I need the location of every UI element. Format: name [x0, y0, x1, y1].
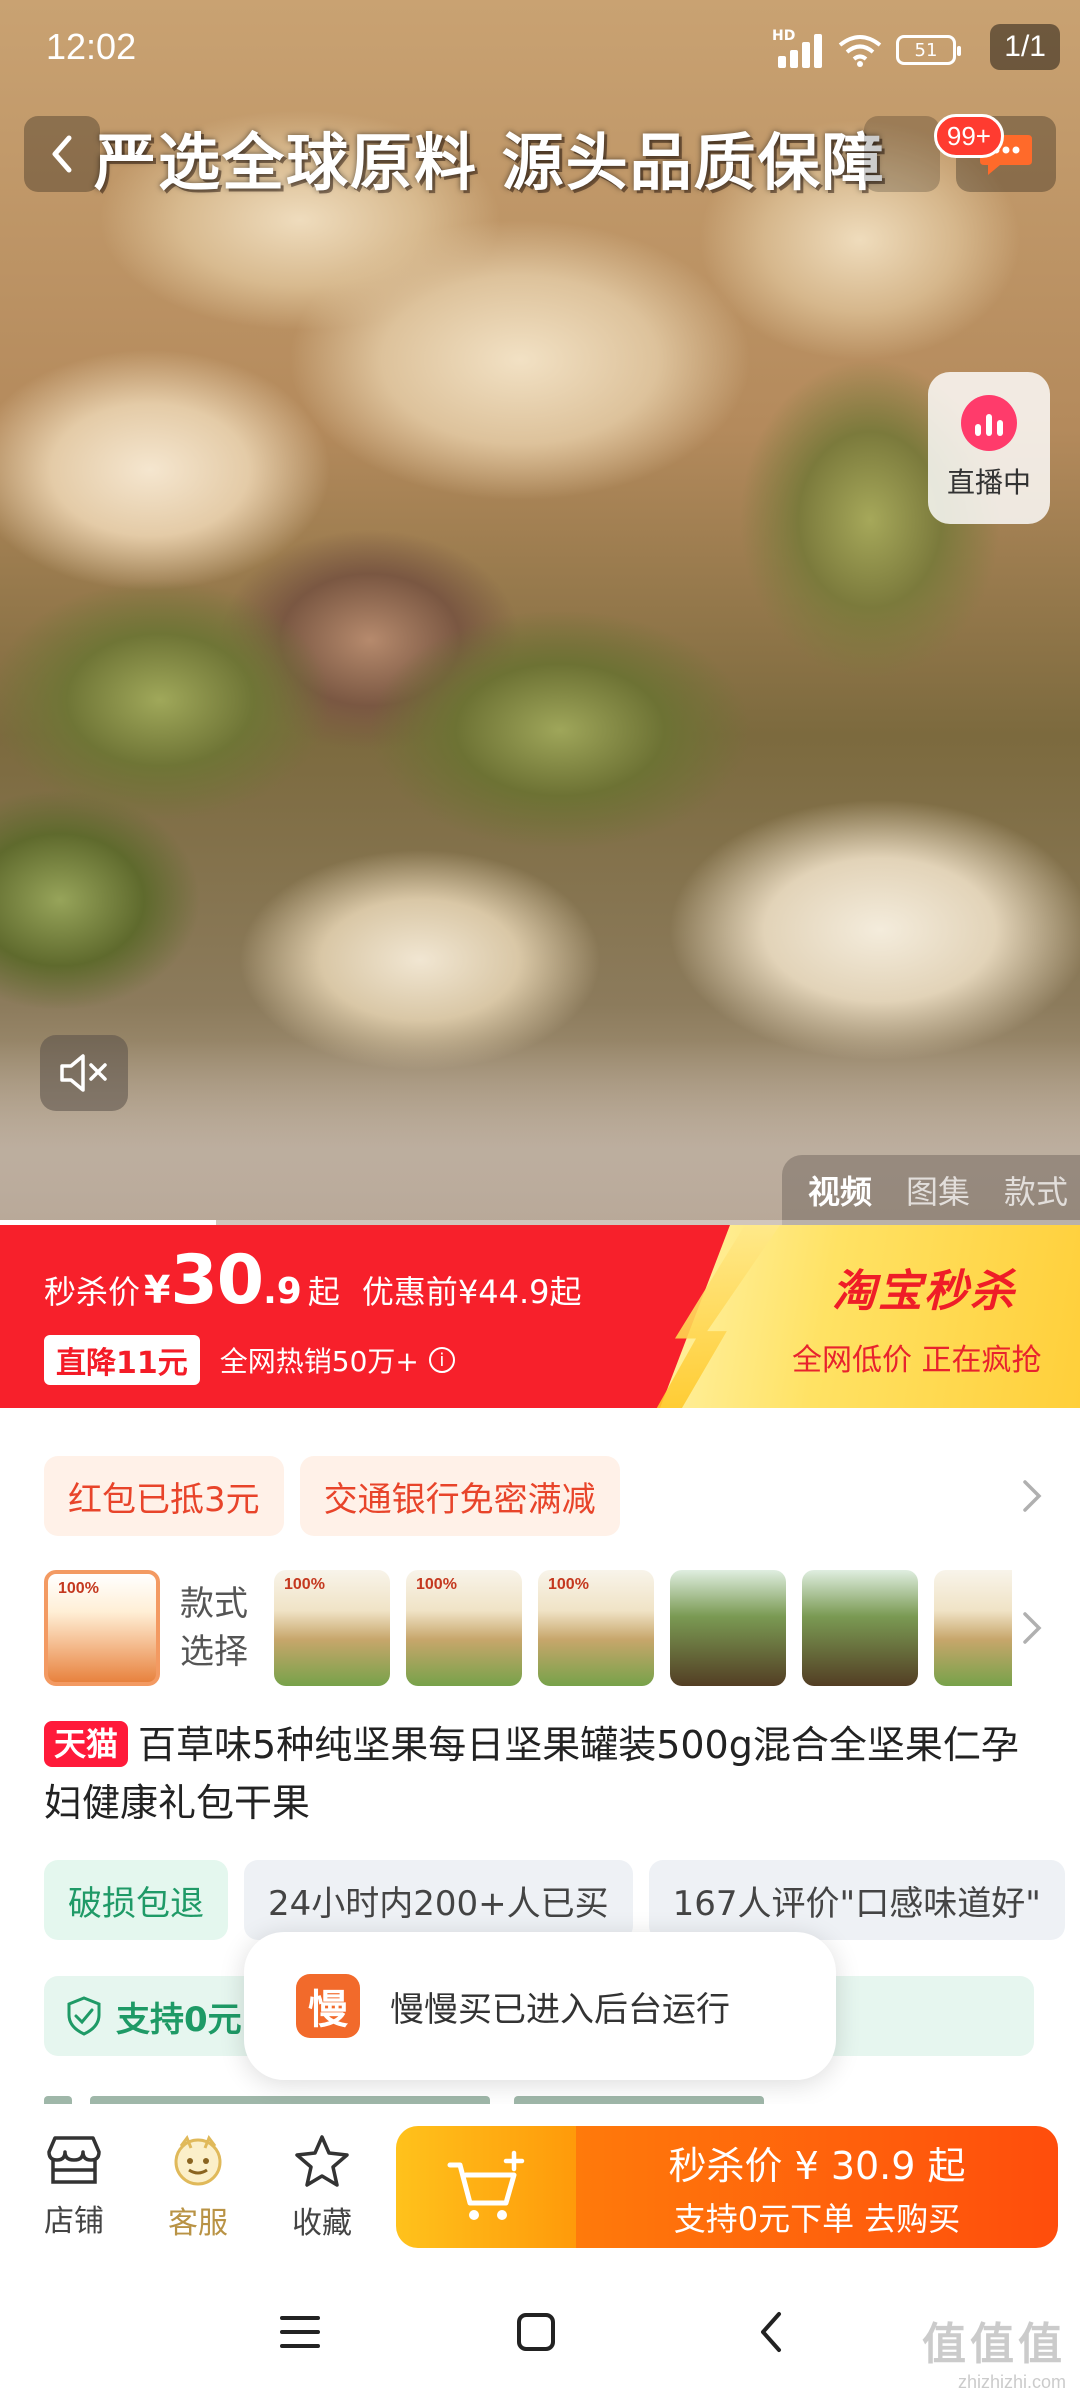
- watermark-site: zhizhizhi.com: [957, 2372, 1066, 2392]
- media-page-indicator: 1/1: [990, 24, 1060, 70]
- support-label: 支持0元: [116, 1999, 242, 2040]
- variant-label: 款式选择: [180, 1584, 248, 1672]
- star-icon: [295, 2135, 349, 2187]
- variant-thumb[interactable]: 100%: [406, 1570, 522, 1686]
- tmall-badge: 天猫: [44, 1721, 129, 1767]
- price-before-discount: 优惠前¥44.9起: [361, 1273, 582, 1311]
- shop-label: 店铺: [44, 2204, 104, 2239]
- product-detail-page: 12:02 HD 51 1/1 严选全球原料 源头品质保障 99+ 直播中 视频…: [0, 0, 1080, 2400]
- customer-service-button[interactable]: 客服: [148, 2134, 248, 2244]
- product-title: 天猫 百草味5种纯坚果每日坚果罐装500g混合全坚果仁孕妇健康礼包干果: [44, 1716, 1044, 1832]
- home-icon[interactable]: [506, 2302, 566, 2362]
- coupon-bank-discount[interactable]: 交通银行免密满减: [299, 1456, 620, 1536]
- network-label: HD: [772, 28, 796, 44]
- manmanmai-app-icon: 慢: [296, 1974, 360, 2038]
- sale-price-suffix: 起: [307, 1273, 340, 1311]
- toast-message: 慢慢买已进入后台运行: [390, 1989, 730, 2030]
- media-tabs: 视频 图集 款式: [781, 1155, 1080, 1225]
- damage-return-chip[interactable]: 破损包退: [44, 1860, 228, 1940]
- live-bars-icon: [961, 395, 1017, 451]
- live-label: 直播中: [946, 466, 1031, 499]
- flash-sale-slogan: 全网低价 正在疯抢: [792, 1343, 1042, 1378]
- variant-thumb-caption: 100%: [416, 1576, 457, 1593]
- signal-icon: HD: [772, 28, 824, 68]
- price-drop-badge: 直降11元: [44, 1335, 200, 1385]
- favorite-label: 收藏: [292, 2206, 352, 2241]
- add-to-cart-button[interactable]: [396, 2126, 576, 2248]
- speaker-muted-icon: [60, 1054, 107, 1092]
- flash-sale-info: 直降11元 全网热销50万+ i: [44, 1335, 455, 1385]
- variant-thumb-caption: 100%: [284, 1576, 325, 1593]
- info-icon: i: [428, 1347, 455, 1373]
- buy-button-group: 秒杀价 ¥ 30.9 起 支持0元下单 去购买: [396, 2126, 1058, 2248]
- chevron-right-icon[interactable]: [1012, 1604, 1052, 1652]
- sale-price-decimal: .9: [263, 1271, 302, 1312]
- variant-thumb[interactable]: [670, 1570, 786, 1686]
- highlight-chips: 破损包退 24小时内200+人已买 167人评价"口感味道好": [44, 1860, 1080, 1940]
- mute-button[interactable]: [40, 1035, 128, 1111]
- tab-styles[interactable]: 款式: [1004, 1167, 1068, 1213]
- selected-variant-thumb[interactable]: 100%: [44, 1570, 160, 1686]
- hero-headline: 严选全球原料 源头品质保障: [94, 126, 886, 199]
- recent-buyers-chip[interactable]: 24小时内200+人已买: [244, 1860, 633, 1940]
- battery-level: 51: [914, 39, 938, 61]
- service-label: 客服: [168, 2206, 228, 2241]
- menu-icon[interactable]: [270, 2302, 330, 2362]
- variant-thumbnails: 100% 100% 100%: [274, 1570, 1012, 1686]
- hot-sales[interactable]: 全网热销50万+ i: [220, 1340, 455, 1380]
- chevron-left-icon: [52, 135, 72, 173]
- sale-price-label: 秒杀价: [44, 1273, 141, 1311]
- service-avatar-icon: [174, 2134, 222, 2186]
- hot-sales-text: 全网热销50万+: [219, 1345, 419, 1378]
- flash-sale-banner[interactable]: 秒杀价 ¥ 30 .9 起 优惠前¥44.9起 直降11元 全网热销50万+ i…: [0, 1225, 1080, 1408]
- taobao-flash-sale-logo: 淘宝秒杀: [832, 1266, 1016, 1317]
- background-run-toast: 慢 慢慢买已进入后台运行: [244, 1932, 836, 2080]
- flash-sale-price: 秒杀价 ¥ 30 .9 起 优惠前¥44.9起: [44, 1241, 581, 1320]
- watermark-mark: 值值值: [922, 2319, 1066, 2370]
- message-count-badge: 99+: [933, 114, 1004, 158]
- status-time: 12:02: [46, 26, 137, 67]
- wifi-icon: [838, 35, 882, 67]
- tab-video[interactable]: 视频: [808, 1167, 872, 1213]
- buy-action-line: 支持0元下单 去购买: [673, 2199, 961, 2238]
- variant-thumb-caption: 100%: [58, 1580, 99, 1597]
- battery-icon: 51: [896, 35, 961, 65]
- status-bar: 12:02 HD 51 1/1: [0, 0, 1080, 100]
- favorite-button[interactable]: 收藏: [272, 2134, 372, 2244]
- review-summary-chip[interactable]: 167人评价"口感味道好": [648, 1860, 1065, 1940]
- back-button[interactable]: [24, 116, 100, 192]
- variant-thumb[interactable]: 100%: [274, 1570, 390, 1686]
- store-icon: [47, 2136, 101, 2184]
- system-navigation-bar: [0, 2264, 1080, 2400]
- sale-price-integer: 30: [170, 1241, 264, 1320]
- variant-thumb-caption: 100%: [548, 1576, 589, 1593]
- chevron-right-icon[interactable]: [1012, 1472, 1052, 1520]
- product-title-text: 百草味5种纯坚果每日坚果罐装500g混合全坚果仁孕妇健康礼包干果: [44, 1723, 1019, 1825]
- live-stream-button[interactable]: 直播中: [928, 372, 1050, 524]
- shield-check-icon: [67, 1996, 101, 2036]
- back-nav-icon[interactable]: [742, 2302, 802, 2362]
- sale-currency: ¥: [144, 1268, 171, 1312]
- coupon-red-packet[interactable]: 红包已抵3元: [44, 1456, 284, 1536]
- buy-price-line: 秒杀价 ¥ 30.9 起: [668, 2143, 966, 2188]
- shop-button[interactable]: 店铺: [24, 2134, 124, 2244]
- coupon-row[interactable]: 红包已抵3元 交通银行免密满减: [44, 1456, 1044, 1536]
- buy-now-button[interactable]: 秒杀价 ¥ 30.9 起 支持0元下单 去购买: [576, 2126, 1058, 2248]
- variant-selector: 100% 款式选择 100% 100% 100%: [44, 1570, 1044, 1688]
- variant-thumb[interactable]: 100%: [538, 1570, 654, 1686]
- share-button[interactable]: [864, 116, 940, 192]
- cart-plus-icon: [447, 2150, 525, 2220]
- variant-thumb[interactable]: [802, 1570, 918, 1686]
- variant-thumb[interactable]: [934, 1570, 1012, 1686]
- bottom-action-bar: 店铺 客服 收藏 秒杀价 ¥ 30.9 起 支持0元下单 去购买: [0, 2104, 1080, 2264]
- site-watermark: 值值值 zhizhizhi.com: [922, 2308, 1066, 2393]
- tab-gallery[interactable]: 图集: [906, 1167, 970, 1213]
